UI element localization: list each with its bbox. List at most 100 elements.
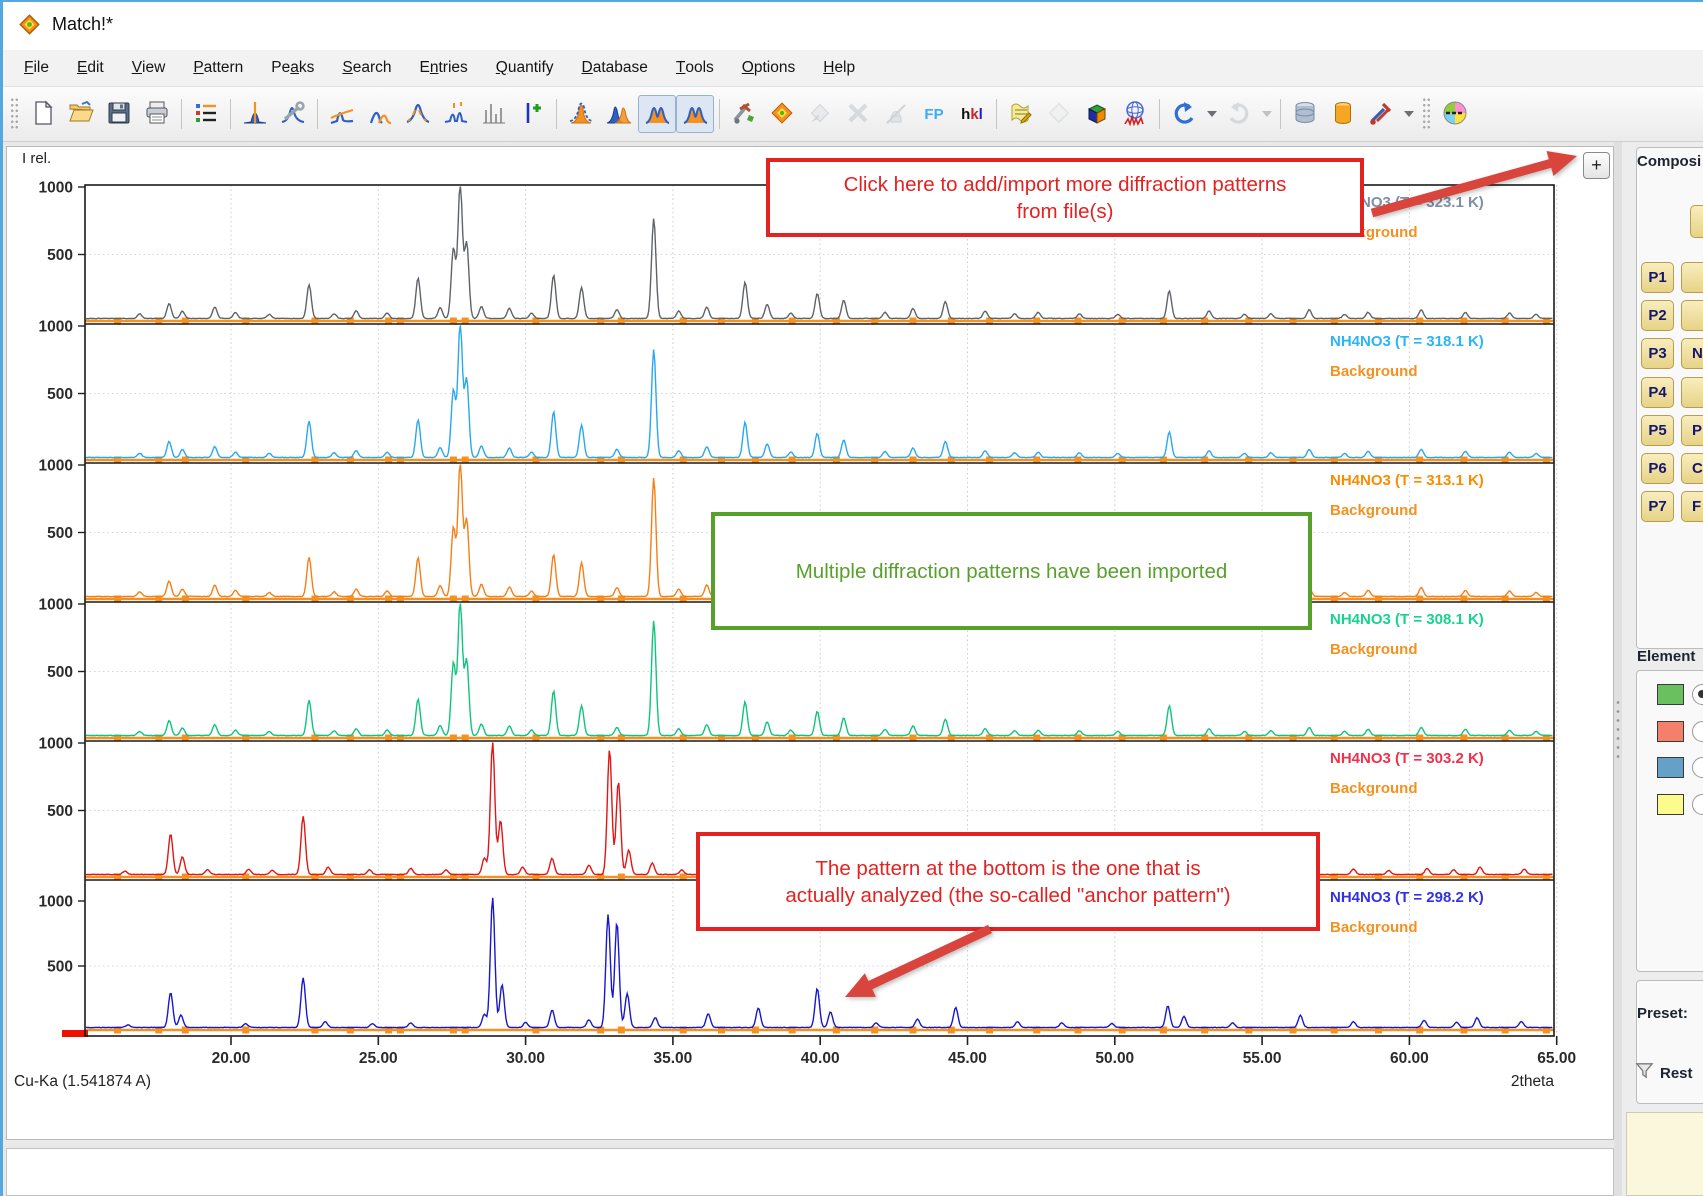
menu-edit[interactable]: Edit [63,50,118,86]
fp-initials-button[interactable]: FP [915,95,953,133]
x-tick-label: 40.00 [801,1050,840,1067]
structure-globe-button[interactable] [1116,95,1154,133]
add-pattern-button[interactable]: + [1583,152,1610,179]
pattern-phase-button-1[interactable] [1681,262,1703,293]
element-groupbox [1636,670,1703,972]
show-pattern-toggle-button[interactable] [638,95,676,133]
pattern-label: NH4NO3 (T = 313.1 K) [1330,472,1484,489]
candidate-diamond-button[interactable] [1040,95,1078,133]
unit-cell-cube-icon [1084,100,1110,129]
structure-globe-icon [1122,100,1148,129]
pattern-select-button-p7[interactable]: P7 [1641,491,1674,522]
menu-tools[interactable]: Tools [662,50,728,86]
reject-entry-icon [845,100,871,129]
annotation-line: The pattern at the bottom is the one tha… [700,855,1316,882]
menu-quantify[interactable]: Quantify [482,50,568,86]
search-settings-button[interactable] [725,95,763,133]
report-button[interactable] [1002,95,1040,133]
smooth-data-button[interactable] [399,95,437,133]
element-color-swatch[interactable] [1657,794,1684,815]
candidate-diamond-icon [1046,100,1072,129]
toolbar-grip[interactable] [10,97,19,131]
pattern-phase-button-3[interactable]: N [1681,338,1703,369]
menu-peaks[interactable]: Peaks [257,50,328,86]
strip-kalpha2-button[interactable] [361,95,399,133]
pattern-select-button-p2[interactable]: P2 [1641,300,1674,331]
new-document-button[interactable] [24,95,62,133]
pattern-phase-button-4[interactable] [1681,377,1703,408]
fit-profile-button[interactable] [562,95,600,133]
element-color-swatch[interactable] [1657,684,1684,705]
y-tick-label: 1000 [39,597,73,614]
undo-icon [1171,100,1197,129]
auto-assign-button[interactable] [801,95,839,133]
menu-help[interactable]: Help [809,50,869,86]
pattern-phase-button-5[interactable]: P [1681,415,1703,446]
element-color-swatch[interactable] [1657,757,1684,778]
menu-file[interactable]: File [10,50,63,86]
preset-label: Preset: [1637,1005,1688,1022]
menu-options[interactable]: Options [728,50,809,86]
restraints-stamp-icon [883,100,909,129]
print-button[interactable] [138,95,176,133]
open-file-button[interactable] [62,95,100,133]
menu-pattern[interactable]: Pattern [179,50,257,86]
toolbar-grip[interactable] [1422,97,1431,131]
menu-view[interactable]: View [118,50,180,86]
panel-splitter[interactable] [1614,142,1622,1196]
pattern-select-button-p3[interactable]: P3 [1641,338,1674,369]
undo-button[interactable] [1165,95,1203,133]
composition-extra-button[interactable] [1690,205,1703,238]
color-sphere-button[interactable] [1436,95,1474,133]
restraints-row[interactable]: Rest [1635,1061,1693,1085]
search-match-button[interactable] [763,95,801,133]
raw-bars-button[interactable] [475,95,513,133]
dropdown-arrow-button[interactable] [1400,95,1417,133]
reference-database-icon [1330,100,1356,129]
save-file-button[interactable] [100,95,138,133]
search-settings-icon [731,100,757,129]
diffraction-plot[interactable]: 1000500NH4NO3 (T = 323.1 K)Background100… [6,146,1614,1140]
pattern-phase-button-6[interactable]: C [1681,453,1703,484]
pattern-phase-button-7[interactable]: F [1681,491,1703,522]
element-color-swatch[interactable] [1657,721,1684,742]
restraints-stamp-button[interactable] [877,95,915,133]
dropdown-arrow-button[interactable] [1258,95,1275,133]
dropdown-arrow-button[interactable] [1203,95,1220,133]
find-peaks-button[interactable] [437,95,475,133]
pattern-select-button-p1[interactable]: P1 [1641,262,1674,293]
two-peaks-button[interactable] [600,95,638,133]
y-tick-label: 500 [47,664,73,681]
filter-icon [1635,1061,1654,1085]
pattern-select-button-p6[interactable]: P6 [1641,453,1674,484]
x-tick-label: 20.00 [212,1050,251,1067]
database-manager-icon [1292,100,1318,129]
subtract-background-button[interactable] [323,95,361,133]
annotation-multiple-imported: Multiple diffraction patterns have been … [711,512,1312,630]
pattern-select-button-p5[interactable]: P5 [1641,415,1674,446]
redo-button[interactable] [1220,95,1258,133]
database-manager-button[interactable] [1286,95,1324,133]
reject-entry-button[interactable] [839,95,877,133]
menu-database[interactable]: Database [568,50,662,86]
entries-list-button[interactable] [187,95,225,133]
pattern-phase-button-2[interactable] [1681,300,1703,331]
show-overlay-toggle-button[interactable] [676,95,714,133]
peak-edit-button[interactable] [274,95,312,133]
menu-entries[interactable]: Entries [406,50,482,86]
two-peaks-icon [606,100,632,129]
raw-data-button[interactable] [236,95,274,133]
color-sphere-icon [1442,100,1468,129]
batch-tools-button[interactable] [1362,95,1400,133]
unit-cell-cube-button[interactable] [1078,95,1116,133]
menu-search[interactable]: Search [328,50,405,86]
background-label: Background [1330,641,1418,658]
toolbar-separator [1159,99,1160,129]
pattern-label: NH4NO3 (T = 308.1 K) [1330,611,1484,628]
hkl-indices-button[interactable]: hkl [953,95,991,133]
reference-database-button[interactable] [1324,95,1362,133]
splitter-handle[interactable] [1616,698,1620,758]
pattern-select-button-p4[interactable]: P4 [1641,377,1674,408]
add-peak-button[interactable] [513,95,551,133]
x-tick-label: 60.00 [1390,1050,1429,1067]
